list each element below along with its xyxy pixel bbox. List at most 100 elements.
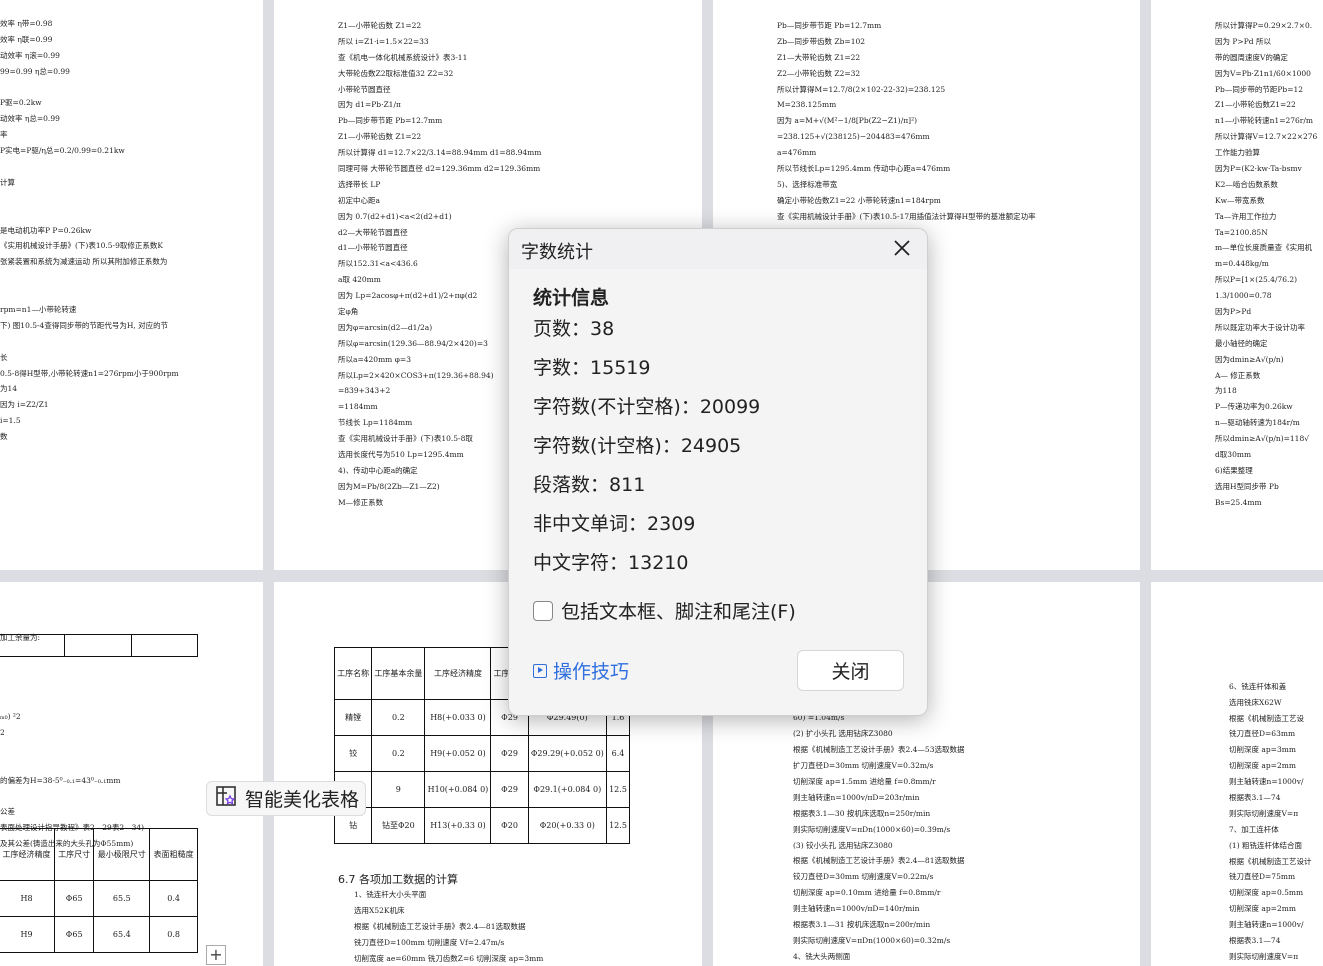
stat-row: 字符数(计空格)：24905 xyxy=(533,433,903,472)
text-line xyxy=(0,757,144,773)
text-line: 则主轴转速n=1000v/πD=140r/min xyxy=(793,904,920,914)
table-cell: H13(+0.33 0) xyxy=(424,807,492,844)
text-line xyxy=(0,693,144,709)
text-line xyxy=(1229,664,1312,680)
table-row: 钻钻至Φ20 H13(+0.33 0) Φ20 Φ20(+0.33 0) 12.5 xyxy=(333,807,630,844)
stat-row: 非中文单词：2309 xyxy=(533,511,903,550)
text-line: 选用X52K机床 xyxy=(354,905,405,915)
text-line: M=238.125mm xyxy=(777,100,837,110)
dialog-title: 字数统计 xyxy=(521,242,593,263)
text-line: d取30mm xyxy=(1215,450,1252,460)
stat-label: 非中文单词： xyxy=(533,513,648,535)
table-cell: 65.4 xyxy=(93,916,151,953)
text-line: =238.125+√(238125)−204483=476mm xyxy=(777,132,930,142)
page-thumbnail: 效率 η带=0.98 效率 η联=0.99 动效率 η滚=0.99 99=0.99 η… xyxy=(0,0,263,570)
add-button[interactable]: + xyxy=(206,945,226,965)
text-line: 铣刀直径D=63mm xyxy=(1229,729,1296,739)
text-line: 切削深度 ap=1.5mm 进给量 f=0.8mm/r xyxy=(793,777,936,787)
text-line: 根据表3.1—30 按机床选取n=250r/min xyxy=(793,808,931,818)
text-line xyxy=(0,270,179,286)
stat-label: 字符数(计空格)： xyxy=(533,435,681,457)
text-line: 则主轴转速n=1000v/ xyxy=(1229,920,1304,930)
text-line: 根据表3.1—74 xyxy=(1229,793,1281,803)
page-text: 加工余量为: ₘ₀) ²2 2 的偏差为H=38-5⁰₋₀.₁=43⁰₋₀.₁mm 公差… xyxy=(0,582,144,852)
text-line: 《实用机械设计手册》(下)表10.5-9取修正系数K xyxy=(0,241,163,251)
include-textboxes-checkbox[interactable]: 包括文本框、脚注和尾注(F) xyxy=(533,597,796,624)
table-header: 工序基本余量 xyxy=(371,647,426,700)
text-line: 根据表3.1—74 xyxy=(1229,936,1281,946)
text-line: 确定小带轮齿数Z1=22 小带轮转速n1=184rpm xyxy=(777,195,941,205)
text-line: 是电动机功率P P=0.26kw xyxy=(0,225,92,235)
stat-value: 13210 xyxy=(628,552,689,574)
text-line xyxy=(1229,648,1312,664)
table-cell: H9 xyxy=(0,916,56,953)
text-line: m=0.448kg/m xyxy=(1215,259,1269,269)
text-line: 效率 η联=0.99 xyxy=(0,34,53,44)
stat-row: 页数：38 xyxy=(533,316,903,355)
table-header: 表面粗糙度 xyxy=(149,828,198,881)
text-line: 铣刀直径D=75mm xyxy=(1229,872,1296,882)
text-line: 所以dmin≥A√(p/n)=118√ xyxy=(1215,434,1310,444)
text-line: 为14 xyxy=(0,384,18,394)
text-line: 6)结果整理 xyxy=(1215,465,1253,475)
text-line: 计算 xyxy=(0,177,15,187)
stat-row: 字数：15519 xyxy=(533,355,903,394)
text-line: rpm=n1—小带轮转速 xyxy=(0,305,77,315)
text-line: Z1—小带轮齿数Z1=22 xyxy=(1215,100,1296,110)
stat-label: 页数： xyxy=(533,318,591,340)
table-row: H8 Φ65 65.5 0.4 xyxy=(0,880,198,917)
tips-link[interactable]: 操作技巧 xyxy=(533,657,629,684)
table-header: 工序名称 xyxy=(333,647,373,700)
stat-label: 段落数： xyxy=(533,474,610,496)
text-line: 查《机电一体化机械系统设计》表3-11 xyxy=(338,52,468,62)
text-line: 因为P>Pd xyxy=(1215,307,1252,317)
text-line: 因为 i=Z2/Z1 xyxy=(0,400,49,410)
text-line: 带的圆周速度V的确定 xyxy=(1215,52,1288,62)
page-text: 1、铣连杆大小头平面 选用X52K机床 根据《机械制造工艺设计手册》表2.4—81选… xyxy=(354,888,543,966)
stat-label: 字数： xyxy=(533,357,591,379)
process-table: 工序经济精度 工序尺寸 最小极限尺寸 表面粗糙度 H8 Φ65 65.5 0.4 H9 Φ65 65… xyxy=(0,828,198,953)
text-line: m—单位长度质量查《实用机 xyxy=(1215,243,1313,253)
table-cell: H8(+0.033 0) xyxy=(424,699,492,736)
smart-beautify-table-label: 智能美化表格 xyxy=(245,789,360,811)
text-line: 切削深度 ap=0.10mm 进给量 f=0.8mm/r xyxy=(793,888,941,898)
text-line xyxy=(0,582,144,598)
checkbox-label: 包括文本框、脚注和尾注(F) xyxy=(561,601,796,623)
table-cell: 精镗 xyxy=(333,699,373,736)
checkbox[interactable] xyxy=(533,600,553,621)
text-line xyxy=(0,80,179,96)
stat-value: 20099 xyxy=(699,396,761,418)
stat-value: 24905 xyxy=(680,435,742,457)
table-cell: 0.4 xyxy=(149,880,198,917)
text-line: 铰刀直径D=30mm 切削速度V=0.22m/s xyxy=(793,872,934,882)
text-line: 所以计算得P=0.29×2.7×0. xyxy=(1215,21,1313,30)
close-icon[interactable] xyxy=(891,237,913,259)
text-line: 切削深度 ap=0.5mm xyxy=(1229,888,1304,898)
text-line: 4、铣大头两侧面 xyxy=(793,951,851,961)
close-button[interactable]: 关闭 xyxy=(797,650,904,691)
text-line: 根据《机械制造工艺设计 xyxy=(1229,856,1312,866)
text-line: Z1—小带轮齿数 Z1=22 xyxy=(338,132,422,142)
text-line: 0.5-8得H型带,小带轮转速n1=276rpm小于900rpm xyxy=(0,368,179,378)
smart-beautify-table-button[interactable]: 智能美化表格 xyxy=(206,781,366,816)
table-row: 铰 0.2 H9(+0.052 0) Φ29 Φ29.29(+0.052 0) 6.4 xyxy=(333,735,630,772)
table-cell: 6.4 xyxy=(606,735,630,772)
text-line: 99=0.99 η总=0.99 xyxy=(0,66,70,76)
text-line xyxy=(0,598,144,614)
table-header: 最小极限尺寸 xyxy=(93,828,151,881)
stat-value: 811 xyxy=(609,474,646,496)
text-line: 因为dmin≥A√(p/n) xyxy=(1215,354,1284,364)
stat-value: 15519 xyxy=(590,357,651,379)
text-line: 所以计算得V=12.7×22×276 xyxy=(1215,132,1318,142)
text-line xyxy=(0,789,144,805)
text-line: 因为 a=M+√(M²−1/8[Pb(Z2−Z1)/π]²) xyxy=(777,116,918,126)
text-line: 率 xyxy=(0,130,8,140)
table-cell: Φ29.1(+0.084 0) xyxy=(527,771,608,808)
text-line: 所以既定功率大于设计功率 xyxy=(1215,322,1305,332)
table-cell: 65.5 xyxy=(93,880,151,917)
text-line: 所以P=[1×(25.4/76.2) xyxy=(1215,275,1298,285)
text-line: Kw—带宽系数 xyxy=(1215,195,1265,205)
text-line: 切削宽度 ae=60mm 铣刀齿数Z=6 切削深度 ap=3mm xyxy=(354,953,544,963)
table-header: 工序经济精度 xyxy=(0,828,56,881)
table-cell: 钻至Φ20 xyxy=(371,807,426,844)
